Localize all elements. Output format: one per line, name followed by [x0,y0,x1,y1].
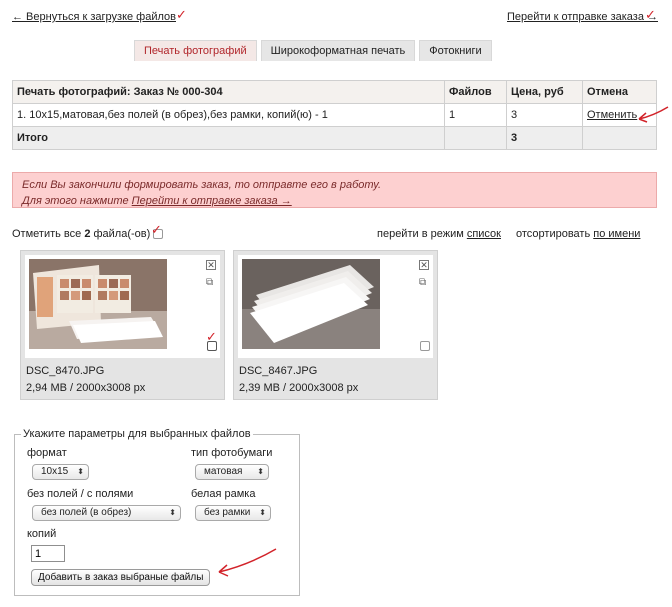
notice-checkout-link[interactable]: Перейти к отправке заказа → [132,195,292,207]
total-row: Итого 3 [12,126,657,150]
tab-photobooks[interactable]: Фотокниги [419,40,492,61]
copies-label: копий [27,528,57,540]
add-to-order-button[interactable]: Добавить в заказ выбраные файлы [31,569,211,586]
file-size: 2,39 MB [239,382,280,394]
check-mark-icon: ✓ [645,7,656,22]
frame-label: белая рамка [191,488,256,500]
notice-line-2-prefix: Для этого нажмите [22,195,132,207]
copies-input[interactable] [31,545,65,562]
chevron-updown-icon: ⬍ [77,467,84,476]
thumbnail-frame: ✕ ⧉ [25,255,220,358]
check-mark-icon: ✓ [176,7,187,22]
margins-select-value: без полей (в обрез) [41,507,132,518]
file-info: 2,94 MB / 2000x3008 px [26,382,146,394]
column-header-order: Печать фотографий: Заказ № 000-304 [12,80,445,104]
select-all-prefix: Отметить все [12,228,85,240]
check-mark-icon: ✓ [206,329,217,344]
photo-thumbnail[interactable] [29,259,167,349]
select-all[interactable]: Отметить все 2 файла(-ов) [12,228,164,240]
select-all-suffix: файла(-ов) [90,228,151,240]
close-icon[interactable]: ✕ [206,260,216,270]
column-header-cancel: Отмена [582,80,657,104]
thumbnail-frame: ✕ ⧉ [238,255,433,358]
column-header-files: Файлов [444,80,507,104]
tab-wide-format[interactable]: Широкоформатная печать [260,40,416,61]
file-name: DSC_8467.JPG [239,365,318,377]
total-label: Итого [12,126,445,150]
copy-icon[interactable]: ⧉ [206,278,216,288]
annotation-arrow [638,106,669,123]
photo-prints-image [29,259,167,349]
sort-switch: отсортировать по имени [516,228,640,240]
checkbox-icon[interactable] [420,341,430,352]
order-item-files: 1 [444,103,507,127]
service-tabs: Печать фотографий Широкоформатная печать… [134,40,492,61]
file-card[interactable]: ✕ ⧉ ✓ DSC_8470.JPG 2,94 MB / 2000x3008 p… [20,250,225,400]
order-table: Печать фотографий: Заказ № 000-304 Файло… [12,80,657,150]
table-header-row: Печать фотографий: Заказ № 000-304 Файло… [12,80,657,104]
copy-icon[interactable]: ⧉ [419,278,429,288]
file-size: 2,94 MB [26,382,67,394]
total-files [444,126,507,150]
file-dimensions: 2000x3008 px [289,382,359,394]
notice-line-2: Для этого нажмите Перейти к отправке зак… [22,193,647,209]
paper-type-label: тип фотобумаги [191,447,273,459]
check-mark-icon: ✓ [151,222,162,237]
table-row: 1. 10х15,матовая,без полей (в обрез),без… [12,103,657,127]
notice-box: Если Вы закончили формировать заказ, то … [12,172,657,208]
margins-select[interactable]: без полей (в обрез) ⬍ [32,505,181,521]
total-cancel [582,126,657,150]
sort-by-name-link[interactable]: по имени [593,228,640,240]
chevron-updown-icon: ⬍ [259,508,266,517]
chevron-updown-icon: ⬍ [169,508,176,517]
paper-type-select[interactable]: матовая ⬍ [195,464,269,480]
notice-line-1: Если Вы закончили формировать заказ, то … [22,179,382,191]
blank-prints-image [242,259,380,349]
order-item-price: 3 [506,103,583,127]
close-icon[interactable]: ✕ [419,260,429,270]
format-label: формат [27,447,67,459]
cancel-item-link[interactable]: Отменить [587,109,637,121]
photo-thumbnail[interactable] [242,259,380,349]
paper-type-select-value: матовая [204,466,243,477]
back-to-upload-link[interactable]: ← Вернуться к загрузке файлов [12,11,176,23]
total-price: 3 [506,126,583,150]
format-select-value: 10x15 [41,466,69,477]
file-card[interactable]: ✕ ⧉ DSC_8467.JPG 2,39 MB / 2000x3008 px [233,250,438,400]
chevron-updown-icon: ⬍ [257,467,264,476]
order-item-description: 1. 10х15,матовая,без полей (в обрез),без… [12,103,445,127]
format-select[interactable]: 10x15 ⬍ [32,464,89,480]
file-dimensions: 2000x3008 px [76,382,146,394]
frame-select-value: без рамки [204,507,251,518]
view-mode-switch: перейти в режим список [377,228,501,240]
file-info: 2,39 MB / 2000x3008 px [239,382,359,394]
view-mode-prefix: перейти в режим [377,228,467,240]
sort-prefix: отсортировать [516,228,594,240]
column-header-price: Цена, руб [506,80,583,104]
params-legend: Укажите параметры для выбранных файлов [21,428,253,440]
annotation-arrow [218,548,277,577]
list-view-link[interactable]: список [467,228,501,240]
tab-photo-print[interactable]: Печать фотографий [134,40,257,61]
go-to-checkout-link[interactable]: Перейти к отправке заказа → [507,11,658,23]
margins-label: без полей / с полями [27,488,134,500]
file-name: DSC_8470.JPG [26,365,105,377]
frame-select[interactable]: без рамки ⬍ [195,505,271,521]
file-checkbox[interactable] [420,340,430,352]
